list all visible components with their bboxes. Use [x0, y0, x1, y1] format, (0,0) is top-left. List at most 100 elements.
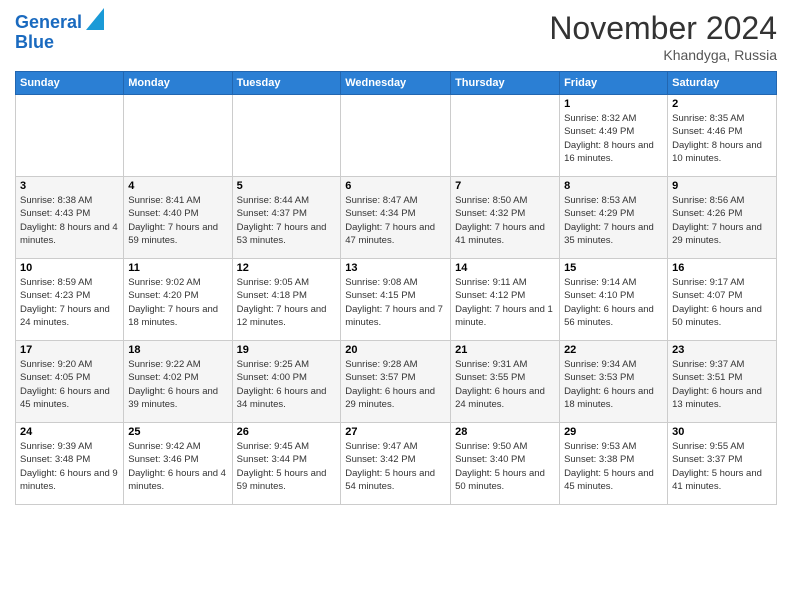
day-info: Sunrise: 9:39 AMSunset: 3:48 PMDaylight:…	[20, 440, 119, 493]
cell-1-5: 8Sunrise: 8:53 AMSunset: 4:29 PMDaylight…	[560, 177, 668, 259]
logo-text-line1: General	[15, 13, 82, 33]
cell-0-4	[451, 95, 560, 177]
cell-3-2: 19 Sunrise: 9:25 AMSunset: 4:00 PMDayligh…	[232, 341, 341, 423]
week-row-1: 3 Sunrise: 8:38 AMSunset: 4:43 PMDaylight…	[16, 177, 777, 259]
day-info: Sunrise: 9:28 AMSunset: 3:57 PMDaylight:…	[345, 358, 446, 411]
day-number: 17	[20, 344, 119, 356]
cell-0-6: 2Sunrise: 8:35 AMSunset: 4:46 PMDaylight…	[668, 95, 777, 177]
day-info: Sunrise: 9:55 AMSunset: 3:37 PMDaylight:…	[672, 440, 772, 493]
week-row-4: 24 Sunrise: 9:39 AMSunset: 3:48 PMDayligh…	[16, 423, 777, 505]
logo-icon	[86, 8, 104, 30]
cell-0-2	[232, 95, 341, 177]
cell-3-0: 17 Sunrise: 9:20 AMSunset: 4:05 PMDayligh…	[16, 341, 124, 423]
day-info: Sunrise: 9:08 AMSunset: 4:15 PMDaylight:…	[345, 276, 446, 329]
day-number: 11	[128, 262, 227, 274]
header-friday: Friday	[560, 72, 668, 95]
day-number: 26	[237, 426, 337, 438]
cell-4-6: 30 Sunrise: 9:55 AMSunset: 3:37 PMDayligh…	[668, 423, 777, 505]
calendar-table: Sunday Monday Tuesday Wednesday Thursday…	[15, 71, 777, 505]
header-sunday: Sunday	[16, 72, 124, 95]
day-info: Sunrise: 9:05 AMSunset: 4:18 PMDaylight:…	[237, 276, 337, 329]
cell-1-1: 4Sunrise: 8:41 AMSunset: 4:40 PMDaylight…	[124, 177, 232, 259]
cell-4-0: 24 Sunrise: 9:39 AMSunset: 3:48 PMDayligh…	[16, 423, 124, 505]
day-number: 1	[564, 98, 663, 110]
day-number: 5	[237, 180, 337, 192]
day-number: 27	[345, 426, 446, 438]
day-number: 28	[455, 426, 555, 438]
day-number: 3	[20, 180, 119, 192]
cell-2-6: 16 Sunrise: 9:17 AMSunset: 4:07 PMDayligh…	[668, 259, 777, 341]
day-number: 6	[345, 180, 446, 192]
month-title: November 2024	[549, 10, 777, 47]
day-number: 12	[237, 262, 337, 274]
calendar-header-row: Sunday Monday Tuesday Wednesday Thursday…	[16, 72, 777, 95]
cell-2-3: 13 Sunrise: 9:08 AMSunset: 4:15 PMDayligh…	[341, 259, 451, 341]
cell-0-3	[341, 95, 451, 177]
day-info: Sunrise: 9:17 AMSunset: 4:07 PMDaylight:…	[672, 276, 772, 329]
day-number: 9	[672, 180, 772, 192]
day-info: Sunrise: 8:41 AMSunset: 4:40 PMDaylight:…	[128, 194, 227, 247]
day-info: Sunrise: 8:56 AMSunset: 4:26 PMDaylight:…	[672, 194, 772, 247]
day-number: 14	[455, 262, 555, 274]
location: Khandyga, Russia	[549, 47, 777, 63]
cell-1-0: 3 Sunrise: 8:38 AMSunset: 4:43 PMDaylight…	[16, 177, 124, 259]
cell-4-1: 25Sunrise: 9:42 AMSunset: 3:46 PMDayligh…	[124, 423, 232, 505]
day-info: Sunrise: 8:38 AMSunset: 4:43 PMDaylight:…	[20, 194, 119, 247]
header-saturday: Saturday	[668, 72, 777, 95]
day-info: Sunrise: 9:25 AMSunset: 4:00 PMDaylight:…	[237, 358, 337, 411]
day-info: Sunrise: 9:11 AMSunset: 4:12 PMDaylight:…	[455, 276, 555, 329]
day-info: Sunrise: 9:37 AMSunset: 3:51 PMDaylight:…	[672, 358, 772, 411]
logo: General Blue	[15, 10, 104, 53]
title-section: November 2024 Khandyga, Russia	[549, 10, 777, 63]
day-number: 15	[564, 262, 663, 274]
day-info: Sunrise: 9:45 AMSunset: 3:44 PMDaylight:…	[237, 440, 337, 493]
cell-1-6: 9 Sunrise: 8:56 AMSunset: 4:26 PMDaylight…	[668, 177, 777, 259]
day-number: 23	[672, 344, 772, 356]
cell-1-2: 5 Sunrise: 8:44 AMSunset: 4:37 PMDaylight…	[232, 177, 341, 259]
cell-1-4: 7 Sunrise: 8:50 AMSunset: 4:32 PMDaylight…	[451, 177, 560, 259]
day-number: 8	[564, 180, 663, 192]
day-info: Sunrise: 9:34 AMSunset: 3:53 PMDaylight:…	[564, 358, 663, 411]
day-info: Sunrise: 9:02 AMSunset: 4:20 PMDaylight:…	[128, 276, 227, 329]
cell-2-0: 10 Sunrise: 8:59 AMSunset: 4:23 PMDayligh…	[16, 259, 124, 341]
cell-0-1	[124, 95, 232, 177]
header-thursday: Thursday	[451, 72, 560, 95]
cell-4-2: 26 Sunrise: 9:45 AMSunset: 3:44 PMDayligh…	[232, 423, 341, 505]
cell-2-1: 11 Sunrise: 9:02 AMSunset: 4:20 PMDayligh…	[124, 259, 232, 341]
cell-4-4: 28 Sunrise: 9:50 AMSunset: 3:40 PMDayligh…	[451, 423, 560, 505]
cell-0-0	[16, 95, 124, 177]
day-info: Sunrise: 8:59 AMSunset: 4:23 PMDaylight:…	[20, 276, 119, 329]
header: General Blue November 2024 Khandyga, Rus…	[15, 10, 777, 63]
day-number: 30	[672, 426, 772, 438]
cell-3-6: 23 Sunrise: 9:37 AMSunset: 3:51 PMDayligh…	[668, 341, 777, 423]
day-info: Sunrise: 8:50 AMSunset: 4:32 PMDaylight:…	[455, 194, 555, 247]
day-number: 24	[20, 426, 119, 438]
day-info: Sunrise: 8:32 AMSunset: 4:49 PMDaylight:…	[564, 112, 663, 165]
day-info: Sunrise: 8:47 AMSunset: 4:34 PMDaylight:…	[345, 194, 446, 247]
cell-2-4: 14 Sunrise: 9:11 AMSunset: 4:12 PMDayligh…	[451, 259, 560, 341]
day-info: Sunrise: 8:44 AMSunset: 4:37 PMDaylight:…	[237, 194, 337, 247]
cell-1-3: 6 Sunrise: 8:47 AMSunset: 4:34 PMDaylight…	[341, 177, 451, 259]
day-number: 29	[564, 426, 663, 438]
day-info: Sunrise: 9:14 AMSunset: 4:10 PMDaylight:…	[564, 276, 663, 329]
page: General Blue November 2024 Khandyga, Rus…	[0, 0, 792, 612]
day-number: 13	[345, 262, 446, 274]
day-number: 7	[455, 180, 555, 192]
week-row-0: 1 Sunrise: 8:32 AMSunset: 4:49 PMDaylight…	[16, 95, 777, 177]
day-number: 16	[672, 262, 772, 274]
day-number: 2	[672, 98, 772, 110]
cell-2-2: 12 Sunrise: 9:05 AMSunset: 4:18 PMDayligh…	[232, 259, 341, 341]
cell-3-1: 18Sunrise: 9:22 AMSunset: 4:02 PMDayligh…	[124, 341, 232, 423]
day-number: 19	[237, 344, 337, 356]
day-info: Sunrise: 9:53 AMSunset: 3:38 PMDaylight:…	[564, 440, 663, 493]
day-number: 10	[20, 262, 119, 274]
day-info: Sunrise: 9:20 AMSunset: 4:05 PMDaylight:…	[20, 358, 119, 411]
cell-3-5: 22 Sunrise: 9:34 AMSunset: 3:53 PMDayligh…	[560, 341, 668, 423]
cell-3-3: 20Sunrise: 9:28 AMSunset: 3:57 PMDayligh…	[341, 341, 451, 423]
header-tuesday: Tuesday	[232, 72, 341, 95]
header-monday: Monday	[124, 72, 232, 95]
cell-4-5: 29 Sunrise: 9:53 AMSunset: 3:38 PMDayligh…	[560, 423, 668, 505]
week-row-2: 10 Sunrise: 8:59 AMSunset: 4:23 PMDayligh…	[16, 259, 777, 341]
day-number: 22	[564, 344, 663, 356]
day-info: Sunrise: 9:50 AMSunset: 3:40 PMDaylight:…	[455, 440, 555, 493]
